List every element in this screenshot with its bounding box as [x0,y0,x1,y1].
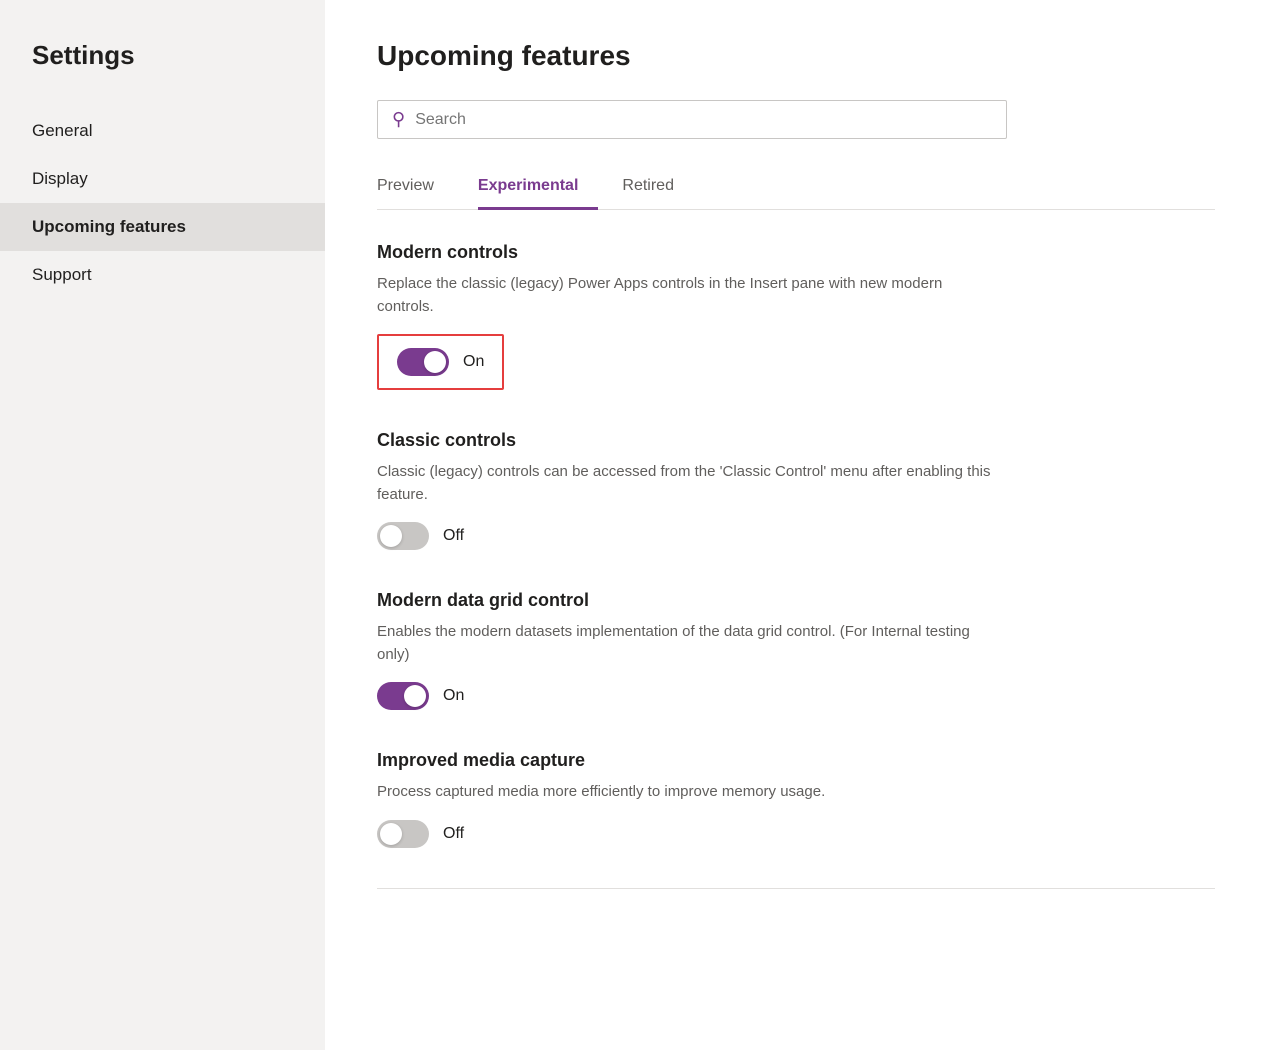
feature-desc-classic-controls: Classic (legacy) controls can be accesse… [377,461,997,506]
feature-modern-data-grid: Modern data grid control Enables the mod… [377,590,1215,710]
toggle-row-modern-data-grid: On [377,682,1215,710]
tab-retired[interactable]: Retired [622,167,694,210]
toggle-row-improved-media-capture: Off [377,820,1215,848]
tab-experimental[interactable]: Experimental [478,167,598,210]
toggle-classic-controls[interactable] [377,522,429,550]
toggle-knob-classic-controls [380,525,402,547]
toggle-label-improved-media-capture: Off [443,825,464,843]
page-title: Upcoming features [377,40,1215,72]
feature-classic-controls: Classic controls Classic (legacy) contro… [377,430,1215,550]
search-input[interactable] [415,111,992,129]
toggle-improved-media-capture[interactable] [377,820,429,848]
sidebar-item-support[interactable]: Support [0,251,325,299]
toggle-knob-improved-media-capture [380,823,402,845]
bottom-divider [377,888,1215,889]
sidebar-item-upcoming-features[interactable]: Upcoming features [0,203,325,251]
search-icon: ⚲ [392,109,405,130]
sidebar-title: Settings [0,40,325,107]
main-content: Upcoming features ⚲ Preview Experimental… [325,0,1275,1050]
toggle-knob-modern-controls [424,351,446,373]
feature-desc-improved-media-capture: Process captured media more efficiently … [377,781,997,804]
sidebar-item-display[interactable]: Display [0,155,325,203]
toggle-highlight-box: On [377,334,504,390]
toggle-modern-data-grid[interactable] [377,682,429,710]
sidebar-nav: General Display Upcoming features Suppor… [0,107,325,299]
feature-desc-modern-controls: Replace the classic (legacy) Power Apps … [377,273,997,318]
feature-title-modern-data-grid: Modern data grid control [377,590,1215,611]
tabs: Preview Experimental Retired [377,167,1215,210]
feature-title-classic-controls: Classic controls [377,430,1215,451]
toggle-label-classic-controls: Off [443,527,464,545]
toggle-label-modern-data-grid: On [443,687,464,705]
feature-title-improved-media-capture: Improved media capture [377,750,1215,771]
feature-modern-controls: Modern controls Replace the classic (leg… [377,242,1215,390]
feature-desc-modern-data-grid: Enables the modern datasets implementati… [377,621,997,666]
search-box[interactable]: ⚲ [377,100,1007,139]
sidebar-item-general[interactable]: General [0,107,325,155]
feature-title-modern-controls: Modern controls [377,242,1215,263]
tab-preview[interactable]: Preview [377,167,454,210]
sidebar: Settings General Display Upcoming featur… [0,0,325,1050]
feature-improved-media-capture: Improved media capture Process captured … [377,750,1215,848]
toggle-knob-modern-data-grid [404,685,426,707]
toggle-label-modern-controls: On [463,353,484,371]
toggle-modern-controls[interactable] [397,348,449,376]
toggle-row-classic-controls: Off [377,522,1215,550]
